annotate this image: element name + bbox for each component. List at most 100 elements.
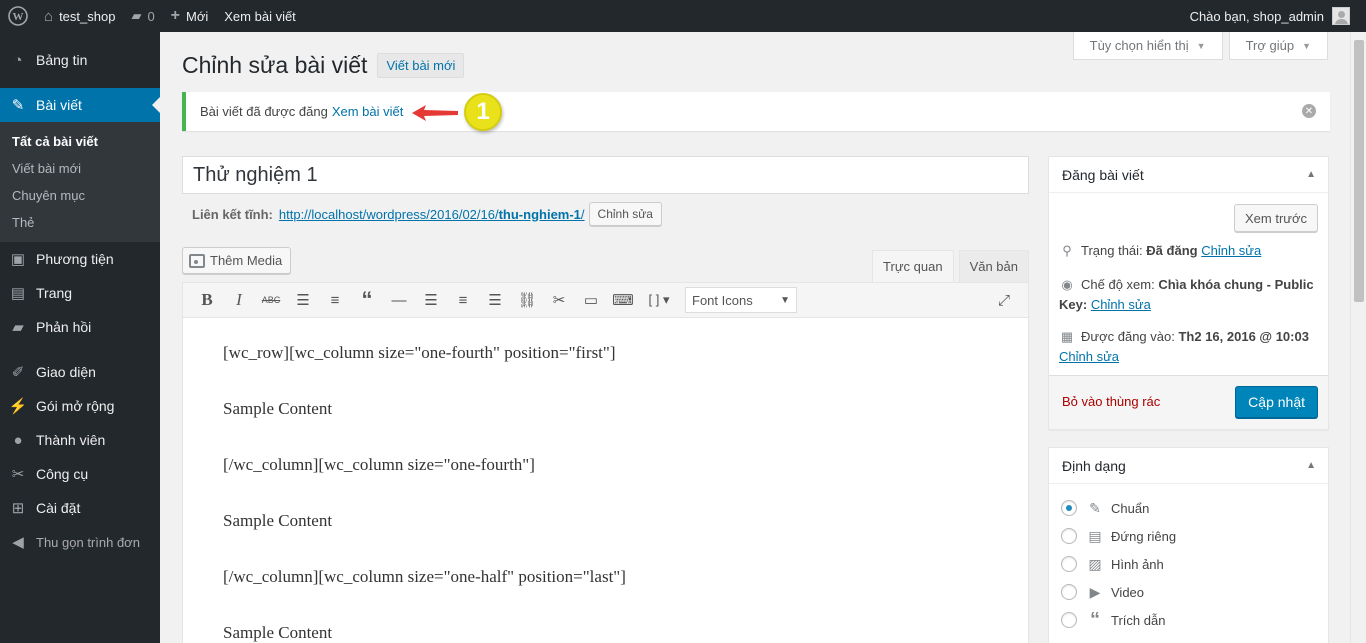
published-edit-link[interactable]: Chỉnh sửa xyxy=(1059,349,1119,364)
blockquote-icon[interactable]: “ xyxy=(351,286,383,314)
menu-item-tools[interactable]: ✂ Công cụ xyxy=(0,457,160,491)
menu-item-appearance[interactable]: ✐ Giao diện xyxy=(0,355,160,389)
menu-item-pages[interactable]: ▤ Trang xyxy=(0,276,160,310)
horizontal-line-icon[interactable]: — xyxy=(383,286,415,314)
format-label: Đứng riêng xyxy=(1111,528,1177,544)
align-left-icon[interactable]: ☰ xyxy=(415,286,447,314)
format-label: Chuẩn xyxy=(1111,500,1150,516)
view-post-link[interactable]: Xem bài viết xyxy=(216,0,304,32)
submenu-add-new[interactable]: Viết bài mới xyxy=(0,155,160,182)
pin-icon: ⚲ xyxy=(1062,243,1072,258)
read-more-icon[interactable]: ▭ xyxy=(575,286,607,314)
preview-button[interactable]: Xem trước xyxy=(1233,204,1318,232)
menu-item-media[interactable]: ▣ Phương tiện xyxy=(0,242,160,276)
new-content-link[interactable]: + Mới xyxy=(163,0,217,32)
radio-button[interactable] xyxy=(1061,584,1077,600)
link-icon[interactable]: ⛓ xyxy=(511,286,543,314)
radio-button[interactable] xyxy=(1061,612,1077,628)
scrollbar-thumb[interactable] xyxy=(1354,40,1364,302)
menu-item-comments[interactable]: ▰ Phản hồi xyxy=(0,310,160,344)
italic-icon[interactable]: I xyxy=(223,286,255,314)
screen-options-button[interactable]: Tùy chọn hiển thị ▼ xyxy=(1072,32,1223,60)
image-icon: ▨ xyxy=(1088,555,1102,572)
edit-slug-button[interactable]: Chỉnh sửa xyxy=(588,202,662,226)
numbered-list-icon[interactable]: ≡ xyxy=(319,286,351,314)
menu-label: Công cụ xyxy=(36,466,89,482)
format-option-quote[interactable]: “ Trích dẫn xyxy=(1061,606,1316,634)
menu-item-posts[interactable]: ✎ Bài viết xyxy=(0,88,160,122)
wordpress-logo-icon[interactable]: W xyxy=(0,0,36,32)
submenu-tags[interactable]: Thẻ xyxy=(0,209,160,236)
align-right-icon[interactable]: ☰ xyxy=(479,286,511,314)
format-option-image[interactable]: ▨ Hình ảnh xyxy=(1061,550,1316,578)
strikethrough-icon[interactable]: ABC xyxy=(255,286,287,314)
submenu-categories[interactable]: Chuyên mục xyxy=(0,182,160,209)
editor-content[interactable]: [wc_row][wc_column size="one-fourth" pos… xyxy=(182,318,1029,643)
collapse-toggle-icon[interactable]: ▲ xyxy=(1306,460,1316,471)
collapse-toggle-icon[interactable]: ▲ xyxy=(1306,169,1316,180)
tab-visual[interactable]: Trực quan xyxy=(872,250,954,282)
menu-label: Bài viết xyxy=(36,97,82,113)
my-account-link[interactable]: Chào bạn, shop_admin xyxy=(1190,7,1366,25)
tab-text[interactable]: Văn bản xyxy=(958,250,1029,282)
published-date-row: ▦ Được đăng vào: Th2 16, 2016 @ 10:03 Chỉ… xyxy=(1059,327,1321,367)
user-icon: ● xyxy=(13,431,23,449)
site-name-link[interactable]: ⌂ test_shop xyxy=(36,0,123,32)
permalink-slug: thu-nghiem-1 xyxy=(498,206,581,222)
bold-icon[interactable]: B xyxy=(191,286,223,314)
permalink-end: / xyxy=(580,206,585,222)
site-name-label: test_shop xyxy=(59,8,116,24)
help-button[interactable]: Trợ giúp ▼ xyxy=(1228,32,1328,60)
menu-item-users[interactable]: ● Thành viên xyxy=(0,423,160,457)
unlink-icon[interactable]: ✂ xyxy=(543,286,575,314)
publish-box-header[interactable]: Đăng bài viết ▲ xyxy=(1049,157,1328,193)
fullscreen-icon[interactable]: ⤢ xyxy=(988,286,1020,314)
font-icons-select[interactable]: Font Icons ▼ xyxy=(685,287,797,313)
collapse-menu-button[interactable]: ◀ Thu gọn trình đơn xyxy=(0,525,160,559)
move-to-trash-link[interactable]: Bỏ vào thùng rác xyxy=(1062,394,1160,409)
format-option-aside[interactable]: ▤ Đứng riêng xyxy=(1061,522,1316,550)
align-center-icon[interactable]: ≡ xyxy=(447,286,479,314)
format-box-header[interactable]: Định dạng ▲ xyxy=(1049,448,1328,484)
radio-button[interactable] xyxy=(1061,528,1077,544)
format-label: Trích dẫn xyxy=(1111,612,1166,628)
format-option-standard[interactable]: ✎ Chuẩn xyxy=(1061,494,1316,522)
radio-button[interactable] xyxy=(1061,556,1077,572)
permalink-link[interactable]: http://localhost/wordpress/2016/02/16/th… xyxy=(279,207,585,222)
bullet-list-icon[interactable]: ☰ xyxy=(287,286,319,314)
content-paragraph: Sample Content xyxy=(223,623,333,642)
collapse-arrow-icon: ◀ xyxy=(12,534,24,551)
format-box: Định dạng ▲ ✎ Chuẩn ▤ Đứng riêng ▨ Hình … xyxy=(1048,447,1329,643)
comment-icon: ▰ xyxy=(12,319,24,336)
page-icon: ▤ xyxy=(10,285,26,302)
content-paragraph: [wc_row][wc_column size="one-fourth" pos… xyxy=(223,343,616,362)
svg-text:W: W xyxy=(13,11,24,23)
keyboard-icon[interactable]: ⌨ xyxy=(607,286,639,314)
menu-item-settings[interactable]: ⊞ Cài đặt xyxy=(0,491,160,525)
comments-link[interactable]: ▰ 0 xyxy=(123,0,162,32)
dismiss-icon[interactable]: ✕ xyxy=(1302,104,1316,118)
annotation-number-badge: 1 xyxy=(464,93,502,131)
page-scrollbar[interactable] xyxy=(1350,32,1366,643)
status-edit-link[interactable]: Chỉnh sửa xyxy=(1201,243,1261,258)
menu-item-dashboard[interactable]: ◔ Bảng tin xyxy=(0,43,160,77)
add-media-label: Thêm Media xyxy=(210,253,283,268)
format-label: Video xyxy=(1111,584,1145,600)
menu-item-plugins[interactable]: ⚡ Gói mở rộng xyxy=(0,389,160,423)
submenu-all-posts[interactable]: Tất cả bài viết xyxy=(0,128,160,155)
greeting-label: Chào bạn, shop_admin xyxy=(1189,8,1324,24)
add-new-post-button[interactable]: Viết bài mới xyxy=(377,53,465,78)
radio-button[interactable] xyxy=(1061,500,1077,516)
visibility-label: Chế độ xem: xyxy=(1081,277,1155,292)
post-title-input[interactable]: Thử nghiệm 1 xyxy=(182,156,1029,194)
add-media-button[interactable]: Thêm Media xyxy=(182,247,292,274)
visibility-edit-link[interactable]: Chỉnh sửa xyxy=(1091,297,1151,312)
editor-tabs: Trực quan Văn bản xyxy=(872,250,1029,282)
status-value: Đã đăng xyxy=(1146,243,1198,258)
notice-text: Bài viết đã được đăng xyxy=(200,104,328,119)
update-button[interactable]: Cập nhật xyxy=(1235,386,1318,418)
format-option-video[interactable]: ▶ Video xyxy=(1061,578,1316,606)
notice-view-post-link[interactable]: Xem bài viết xyxy=(332,104,404,119)
shortcode-icon[interactable]: [ ] ▾ xyxy=(639,286,679,314)
caret-down-icon: ▼ xyxy=(1302,40,1311,51)
